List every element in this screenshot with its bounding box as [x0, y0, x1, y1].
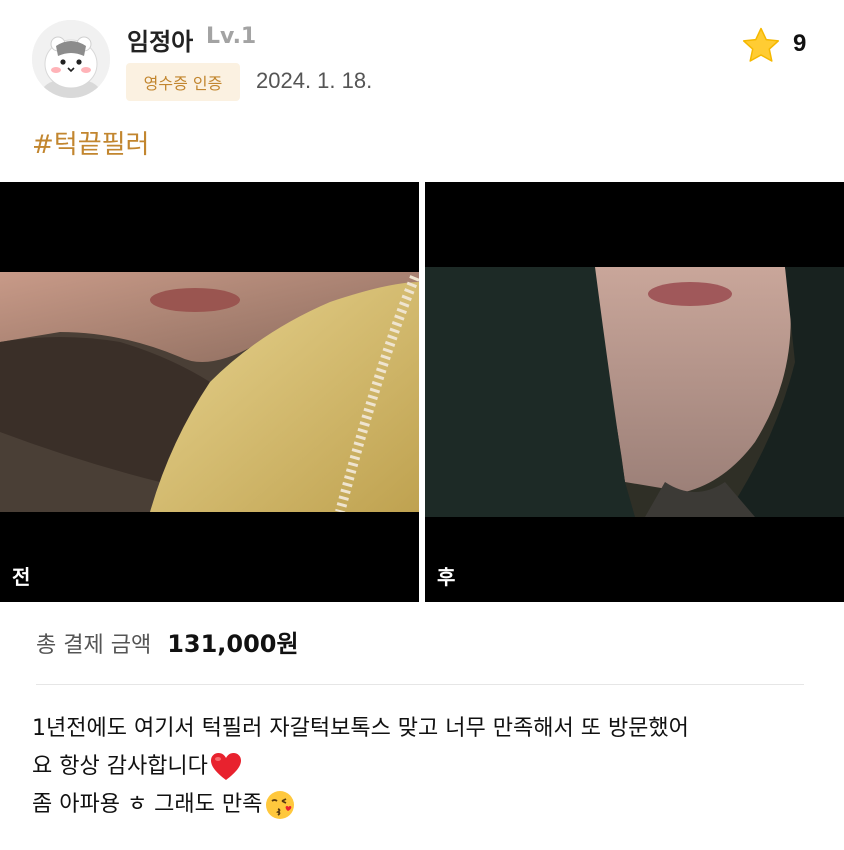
after-photo[interactable]: 후 — [425, 182, 844, 602]
review-line: 1년전에도 여기서 턱필러 자갈턱보톡스 맞고 너무 만족해서 또 방문했어 — [32, 716, 689, 741]
before-photo-image — [0, 182, 419, 602]
payment-total-amount: 131,000원 — [167, 630, 299, 658]
user-name[interactable]: 임정아 — [127, 22, 193, 57]
hamster-avatar-icon — [32, 20, 110, 98]
user-avatar[interactable] — [32, 20, 110, 98]
star-icon — [742, 27, 780, 62]
review-line-text: 좀 아파용 ㅎ 그래도 만족 — [32, 792, 263, 817]
review-line: 요 항상 감사합니다 — [32, 748, 812, 786]
before-photo[interactable]: 전 — [0, 182, 419, 602]
after-photo-image — [425, 182, 844, 602]
kissing-face-icon — [266, 791, 295, 819]
review-line-text: 요 항상 감사합니다 — [32, 754, 208, 779]
treatment-hashtag[interactable]: #턱끝필러 — [32, 124, 149, 161]
before-label: 전 — [12, 565, 31, 589]
rating-count: 9 — [793, 30, 807, 57]
user-level: Lv.1 — [206, 24, 257, 49]
payment-total: 총 결제 금액 131,000원 — [36, 624, 299, 659]
post-date: 2024. 1. 18. — [256, 68, 373, 93]
payment-total-label: 총 결제 금액 — [36, 633, 152, 658]
receipt-verified-badge: 영수증 인증 — [126, 63, 240, 101]
review-text: 1년전에도 여기서 턱필러 자갈턱보톡스 맞고 너무 만족해서 또 방문했어 요… — [32, 710, 812, 824]
divider — [36, 684, 804, 685]
after-label: 후 — [437, 565, 456, 589]
heart-icon — [210, 753, 241, 780]
review-header: 임정아 Lv.1 영수증 인증 2024. 1. 18. 9 — [0, 0, 844, 110]
review-line: 좀 아파용 ㅎ 그래도 만족 — [32, 786, 812, 824]
